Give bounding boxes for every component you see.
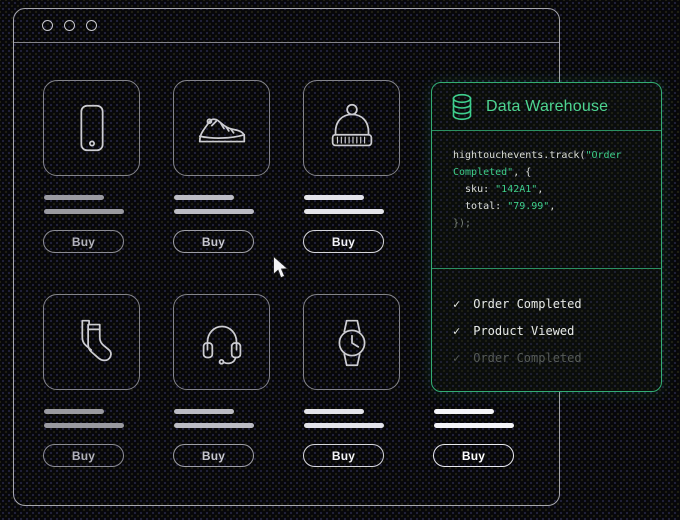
check-icon: ✓ xyxy=(453,324,460,338)
code-line: sku: "142A1", xyxy=(453,181,661,198)
event-row: ✓ Order Completed xyxy=(453,344,661,371)
phone-icon xyxy=(61,97,123,159)
watch-icon xyxy=(321,311,383,373)
panel-title: Data Warehouse xyxy=(486,98,608,116)
window-titlebar xyxy=(14,9,559,43)
panel-header: Data Warehouse xyxy=(432,83,661,131)
code-line: total: "79.99", xyxy=(453,198,661,215)
product-card-watch xyxy=(303,294,400,390)
code-line: hightouchevents.track("Order xyxy=(453,147,661,164)
text-placeholder-line xyxy=(174,209,254,214)
text-placeholder-line xyxy=(44,409,104,414)
headphones-icon xyxy=(191,311,253,373)
text-placeholder-line xyxy=(304,209,384,214)
text-placeholder-line xyxy=(174,423,254,428)
database-icon xyxy=(450,93,474,121)
arrow-cursor xyxy=(272,256,289,285)
product-card-beanie xyxy=(303,80,400,176)
product-column-phone: Buy xyxy=(43,80,143,253)
buy-button[interactable]: Buy xyxy=(173,444,254,467)
product-card-sneaker xyxy=(173,80,270,176)
window-control-icon[interactable] xyxy=(42,20,53,31)
event-row: ✓ Product Viewed xyxy=(453,317,661,344)
code-snippet: hightouchevents.track("Order Completed",… xyxy=(432,131,661,269)
event-label: Order Completed xyxy=(473,297,581,311)
check-icon: ✓ xyxy=(453,297,460,311)
product-column-sneaker: Buy xyxy=(173,80,273,253)
window-control-icon[interactable] xyxy=(64,20,75,31)
product-column-socks: Buy xyxy=(43,294,143,467)
buy-button[interactable]: Buy xyxy=(303,230,384,253)
event-label: Product Viewed xyxy=(473,324,574,338)
text-placeholder-line xyxy=(44,195,104,200)
product-card-headphones xyxy=(173,294,270,390)
buy-button[interactable]: Buy xyxy=(43,230,124,253)
buy-button[interactable]: Buy xyxy=(43,444,124,467)
text-placeholder-line xyxy=(174,409,234,414)
text-placeholder-line xyxy=(44,209,124,214)
text-placeholder-line xyxy=(174,195,234,200)
buy-button[interactable]: Buy xyxy=(433,444,514,467)
window-control-icon[interactable] xyxy=(86,20,97,31)
text-placeholder-line xyxy=(44,423,124,428)
buy-button[interactable]: Buy xyxy=(173,230,254,253)
code-line: Completed", { xyxy=(453,164,661,181)
socks-icon xyxy=(61,311,123,373)
product-column-headphones: Buy xyxy=(173,294,273,467)
product-card-socks xyxy=(43,294,140,390)
text-placeholder-line xyxy=(434,409,494,414)
text-placeholder-line xyxy=(304,423,384,428)
check-icon: ✓ xyxy=(453,351,460,365)
text-placeholder-line xyxy=(434,423,514,428)
event-checklist: ✓ Order Completed ✓ Product Viewed ✓ Ord… xyxy=(432,269,661,391)
product-column-beanie: Buy xyxy=(303,80,403,253)
event-row: ✓ Order Completed xyxy=(453,290,661,317)
beanie-icon xyxy=(321,97,383,159)
buy-button[interactable]: Buy xyxy=(303,444,384,467)
product-card-phone xyxy=(43,80,140,176)
sneaker-icon xyxy=(191,97,253,159)
text-placeholder-line xyxy=(304,195,364,200)
text-placeholder-line xyxy=(304,409,364,414)
code-line: }); xyxy=(453,215,661,232)
data-warehouse-panel: Data Warehouse hightouchevents.track("Or… xyxy=(431,82,662,392)
product-column-watch: Buy xyxy=(303,294,403,467)
event-label: Order Completed xyxy=(473,351,581,365)
